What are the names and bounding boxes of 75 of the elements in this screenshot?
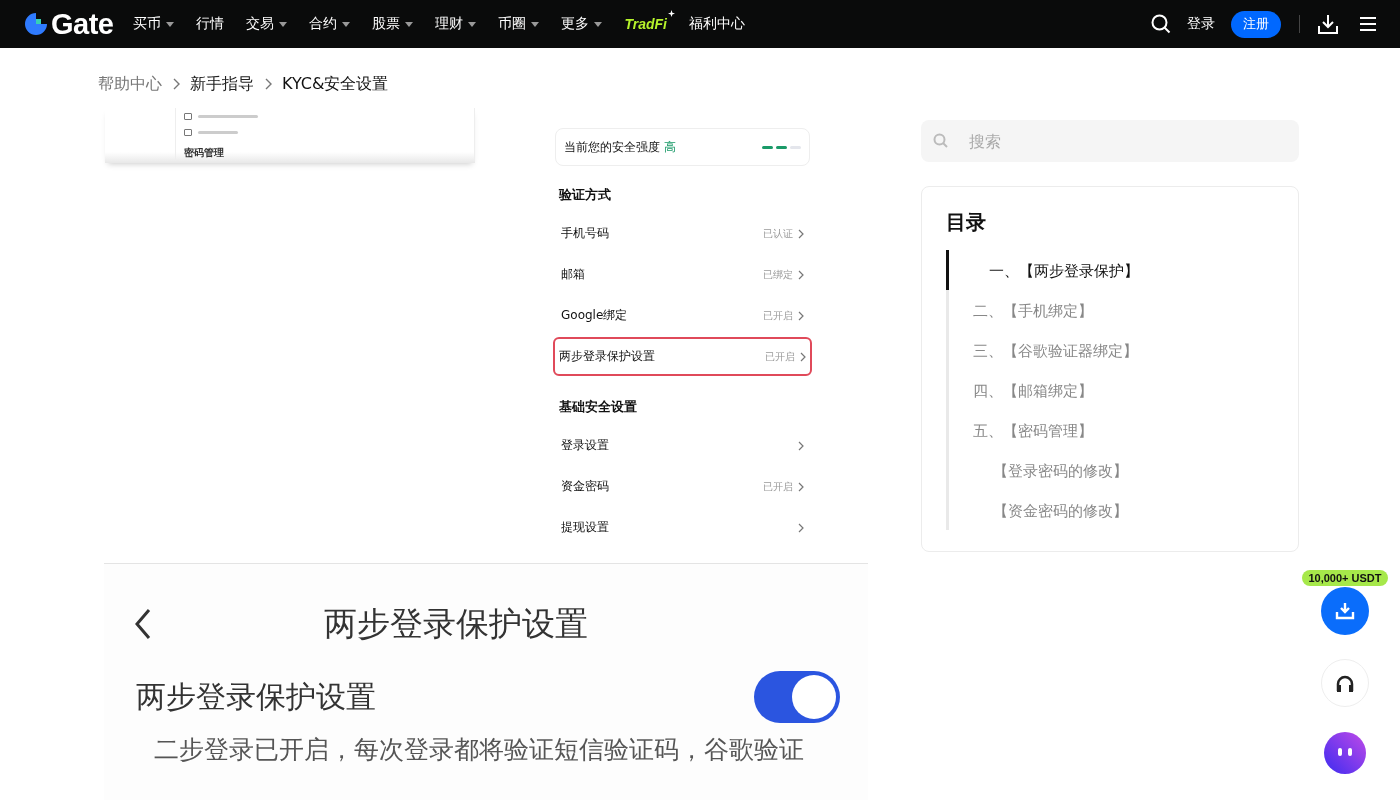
chevron-icon (798, 481, 804, 492)
settings-row[interactable]: 两步登录保护设置 已开启 (553, 337, 812, 376)
logo-icon[interactable] (24, 12, 48, 36)
row-label: 两步登录保护设置 (559, 348, 655, 365)
search-input[interactable]: 搜索 (969, 120, 1287, 162)
headset-icon (1335, 674, 1355, 692)
register-button[interactable]: 注册 (1231, 10, 1281, 38)
setting-description: 二步登录已开启，每次登录都将验证短信验证码，谷歌验证 (154, 734, 805, 766)
search-field[interactable]: 搜索 (921, 120, 1299, 162)
row-status: 已认证 (763, 226, 793, 241)
nav-item[interactable]: 买币 (133, 15, 175, 33)
back-icon (134, 608, 152, 640)
nav-item[interactable]: 理财 (435, 15, 477, 33)
chevron-icon (798, 269, 804, 280)
row-status: 已开启 (765, 349, 795, 364)
toc-item[interactable]: 【资金密码的修改】 (946, 490, 1134, 530)
toc-item[interactable]: 三、【谷歌验证器绑定】 (946, 330, 1144, 370)
chevron-icon (800, 351, 806, 362)
download-icon (1335, 601, 1355, 621)
toc-title: 目录 (946, 209, 987, 236)
tradfi-link[interactable]: TradFi (624, 16, 667, 32)
toc-item[interactable]: 【登录密码的修改】 (946, 450, 1134, 490)
settings-row[interactable]: Google绑定 已开启 (555, 296, 810, 335)
download-button[interactable] (1321, 587, 1369, 635)
search-icon (933, 133, 949, 149)
login-link[interactable]: 登录 (1187, 15, 1215, 33)
nav-item[interactable]: 行情 (196, 15, 225, 33)
chevron-icon (798, 522, 804, 533)
strength-label: 当前您的安全强度 (564, 138, 660, 156)
section-title: 验证方式 (557, 186, 612, 204)
settings-row[interactable]: 邮箱 已绑定 (555, 255, 810, 294)
settings-row[interactable]: 提现设置 (555, 508, 810, 547)
nav-item[interactable]: 更多 (561, 15, 603, 33)
nav-item[interactable]: 福利中心 (689, 15, 745, 33)
nav-item[interactable]: 交易 (246, 15, 288, 33)
menu-icon[interactable] (1358, 14, 1378, 34)
row-label: 提现设置 (561, 519, 609, 536)
toc-item[interactable]: 四、【邮箱绑定】 (946, 370, 1099, 410)
row-status: 已开启 (763, 479, 793, 494)
section-heading: 密码管理 (183, 146, 224, 160)
setting-label: 两步登录保护设置 (136, 677, 376, 716)
breadcrumb-link[interactable]: 帮助中心 (98, 73, 162, 95)
search-icon[interactable] (1151, 14, 1171, 34)
mascot-icon[interactable] (1323, 731, 1367, 775)
nav-item[interactable]: 股票 (372, 15, 414, 33)
settings-row[interactable]: 资金密码 已开启 (555, 467, 810, 506)
chevron-icon (798, 440, 804, 451)
breadcrumb-link[interactable]: KYC&安全设置 (282, 73, 389, 95)
settings-row[interactable]: 登录设置 (555, 426, 810, 465)
logo-text[interactable]: Gate (51, 7, 114, 41)
support-button[interactable] (1321, 659, 1369, 707)
nav-item[interactable]: 合约 (309, 15, 351, 33)
chevron-icon (172, 78, 180, 90)
screen-title: 两步登录保护设置 (324, 602, 588, 645)
row-label: 资金密码 (561, 478, 609, 495)
chevron-icon (264, 78, 272, 90)
chevron-icon (798, 310, 804, 321)
toc-item[interactable]: 二、【手机绑定】 (946, 290, 1099, 330)
toc-item[interactable]: 五、【密码管理】 (946, 410, 1099, 450)
row-label: Google绑定 (561, 307, 628, 324)
nav-item[interactable]: 币圈 (498, 15, 540, 33)
chevron-icon (798, 228, 804, 239)
section-title: 基础安全设置 (558, 398, 638, 416)
reward-badge: 10,000+ USDT (1302, 570, 1388, 586)
row-status: 已绑定 (763, 267, 793, 282)
download-icon[interactable] (1318, 14, 1338, 34)
toc-item[interactable]: 一、【两步登录保护】 (946, 250, 1145, 290)
strength-value: 高 (664, 138, 676, 156)
row-label: 手机号码 (561, 225, 609, 242)
sparkle-icon (668, 10, 675, 17)
row-label: 登录设置 (561, 437, 609, 454)
row-label: 邮箱 (561, 266, 585, 283)
settings-row[interactable]: 手机号码 已认证 (555, 214, 810, 253)
breadcrumb-link[interactable]: 新手指导 (190, 73, 254, 95)
row-status: 已开启 (763, 308, 793, 323)
